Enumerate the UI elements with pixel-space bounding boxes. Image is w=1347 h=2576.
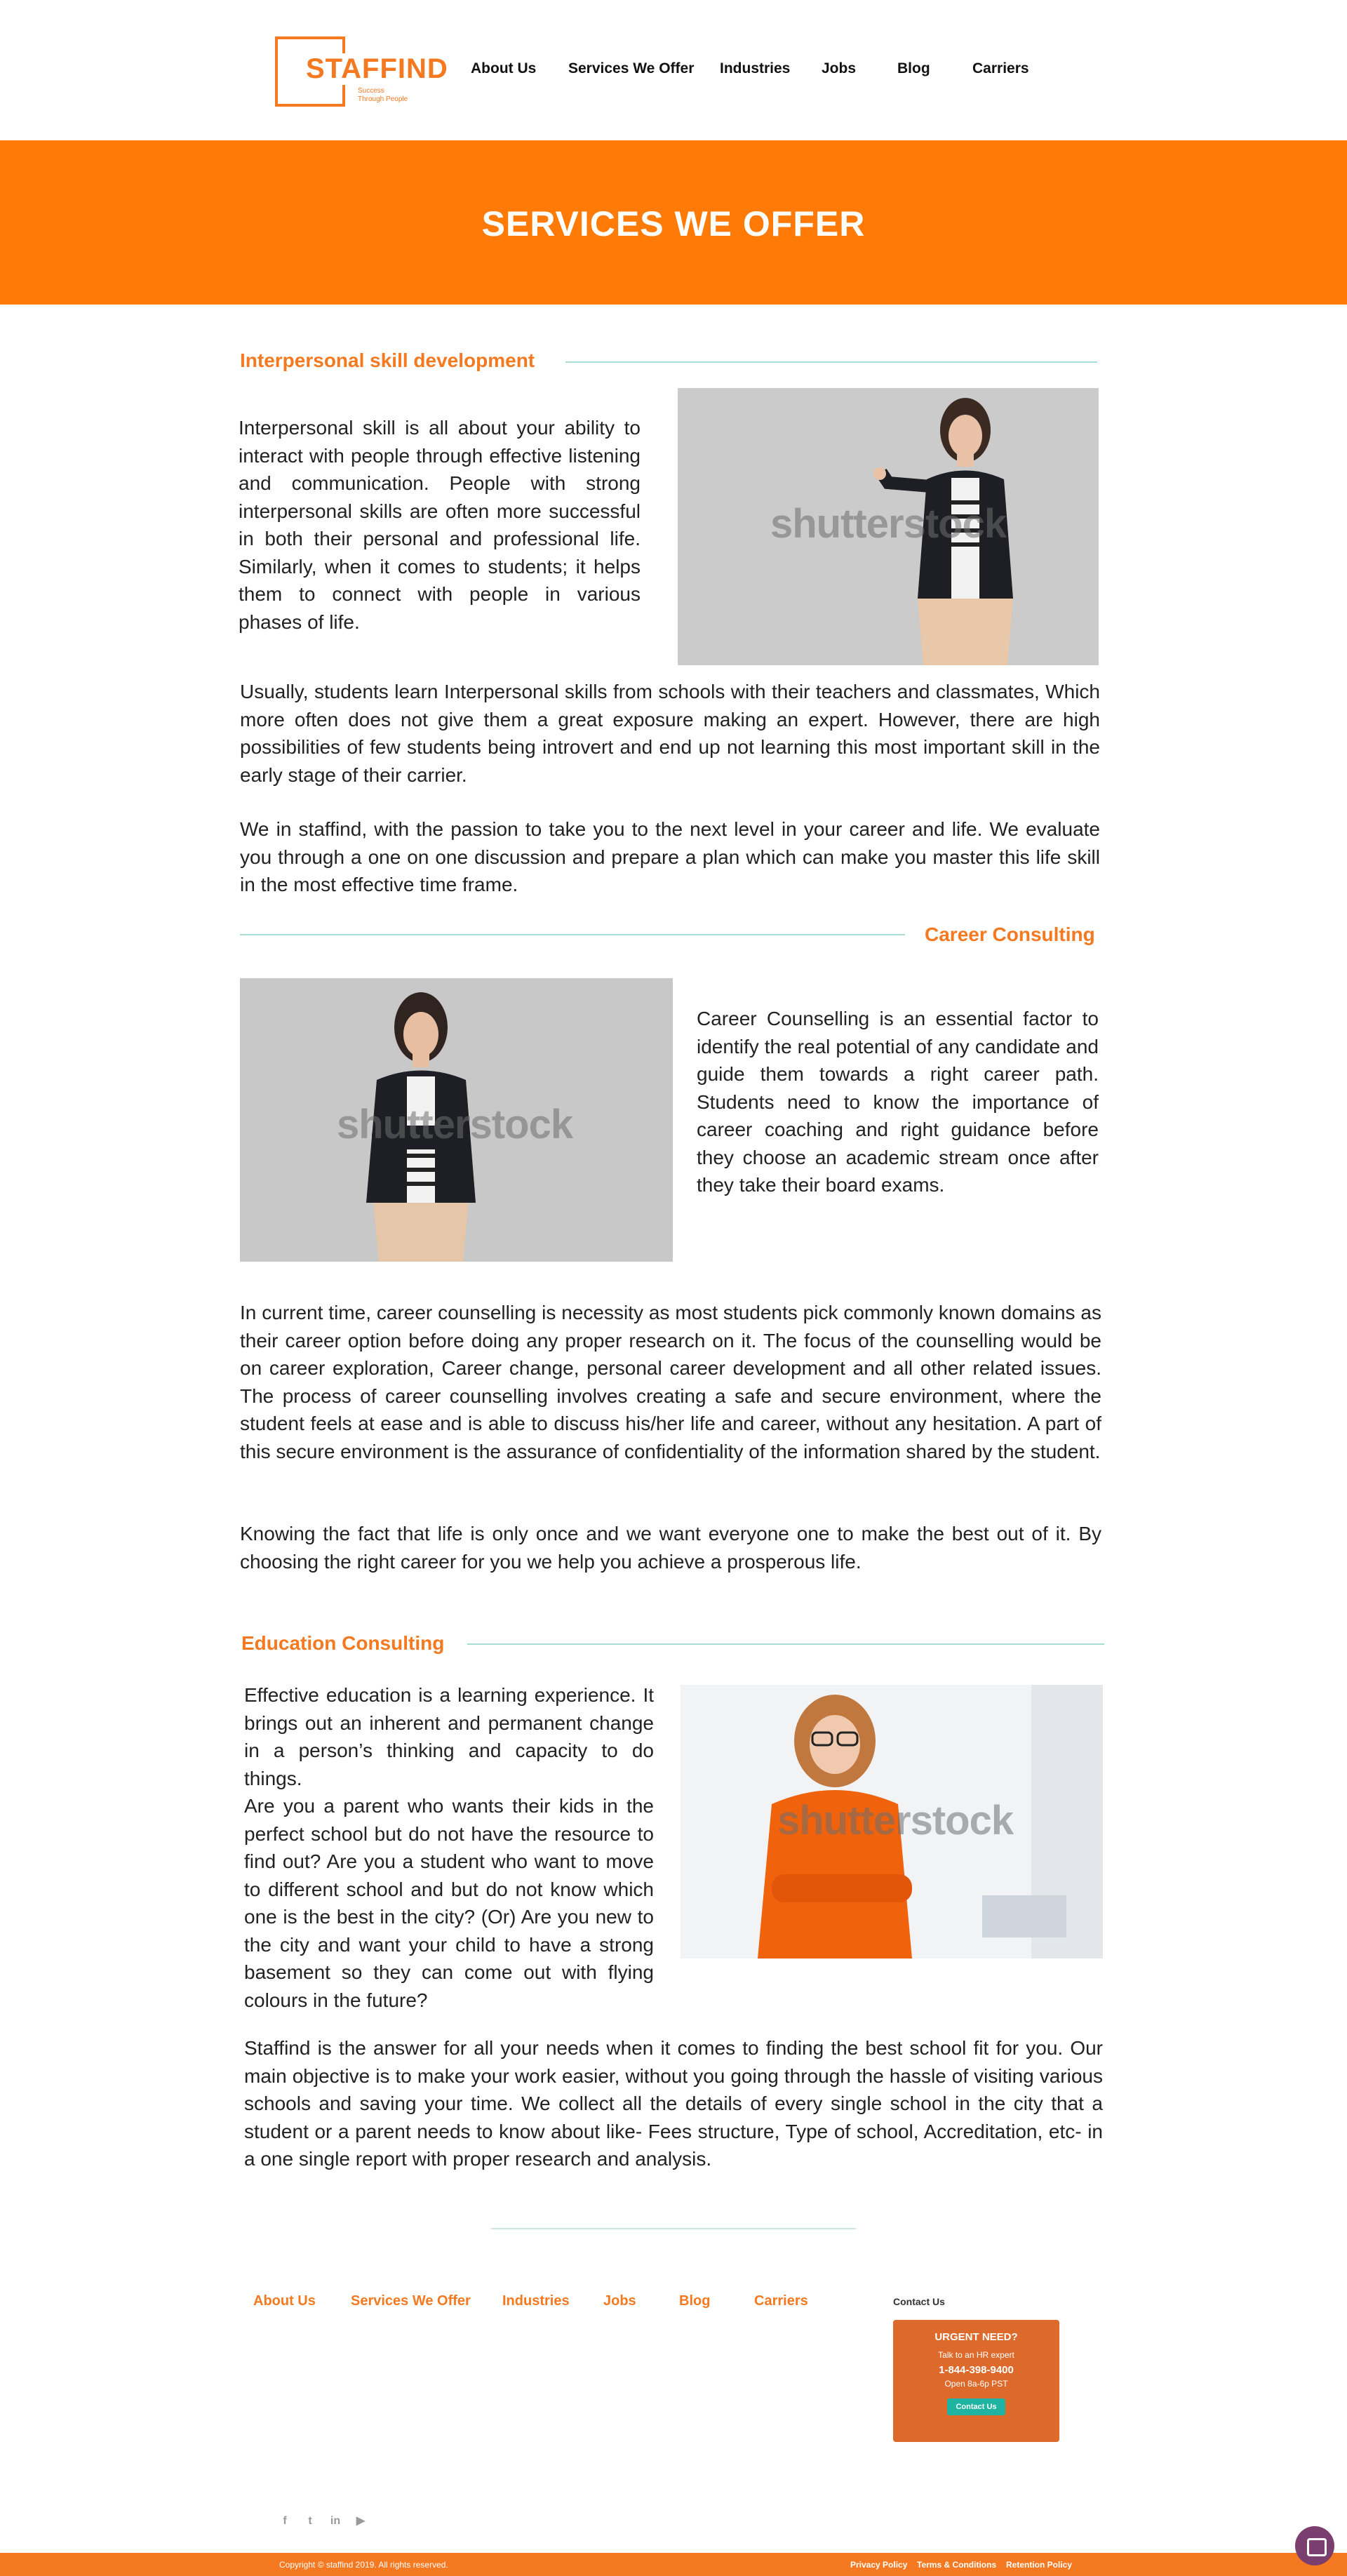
shutterstock-watermark: shutterstock — [337, 1102, 573, 1147]
footer-nav-industries[interactable]: Industries — [502, 2293, 570, 2309]
terms-conditions-link[interactable]: Terms & Conditions — [917, 2560, 996, 2570]
twitter-icon[interactable]: t — [303, 2514, 317, 2528]
section-title-career: Career Consulting — [925, 923, 1095, 945]
education-body-1: Staffind is the answer for all your need… — [244, 2037, 1103, 2170]
copyright-text: Copyright © staffind 2019. All rights re… — [279, 2560, 448, 2570]
section-divider — [240, 934, 905, 935]
career-photo: shutterstock — [240, 978, 673, 1262]
section-title-education: Education Consulting — [241, 1632, 445, 1654]
education-intro: Effective education is a learning experi… — [244, 1684, 654, 2011]
interpersonal-body-2: We in staffind, with the passion to take… — [240, 818, 1100, 895]
contact-us-label: Contact Us — [893, 2296, 945, 2307]
nav-services[interactable]: Services We Offer — [568, 60, 694, 77]
nav-blog[interactable]: Blog — [897, 60, 930, 77]
career-intro: Career Counselling is an essential facto… — [697, 1008, 1099, 1196]
career-body-2: Knowing the fact that life is only once … — [240, 1523, 1101, 1573]
page-title: SERVICES WE OFFER — [481, 204, 866, 243]
hero-banner: SERVICES WE OFFER — [0, 140, 1347, 305]
nav-industries[interactable]: Industries — [720, 60, 790, 77]
urgent-subtitle: Talk to an HR expert — [938, 2350, 1014, 2360]
staffind-logo[interactable]: STAFFIND Success Through People — [275, 36, 451, 107]
footer-nav-blog[interactable]: Blog — [679, 2293, 710, 2309]
urgent-phone[interactable]: 1-844-398-9400 — [893, 2364, 1059, 2376]
logo-tagline: Success Through People — [358, 87, 408, 103]
chat-launcher-icon[interactable] — [1295, 2526, 1334, 2565]
urgent-title: URGENT NEED? — [934, 2331, 1018, 2343]
footer-nav-about-us[interactable]: About Us — [253, 2293, 316, 2309]
section-title-interpersonal: Interpersonal skill development — [240, 349, 535, 371]
education-photo: shutterstock — [681, 1685, 1103, 1958]
section-divider — [467, 1643, 1104, 1645]
shutterstock-watermark: shutterstock — [770, 501, 1007, 547]
youtube-icon[interactable]: ▶ — [354, 2514, 368, 2528]
nav-carriers[interactable]: Carriers — [972, 60, 1029, 77]
shutterstock-watermark: shutterstock — [777, 1798, 1014, 1843]
linkedin-icon[interactable]: in — [328, 2514, 342, 2528]
career-body-1: In current time, career counselling is n… — [240, 1302, 1101, 1462]
site-header: STAFFIND Success Through People About Us… — [0, 0, 1347, 140]
contact-us-button[interactable]: Contact Us — [947, 2398, 1005, 2415]
nav-jobs[interactable]: Jobs — [822, 60, 856, 77]
facebook-icon[interactable]: f — [278, 2514, 292, 2528]
privacy-policy-link[interactable]: Privacy Policy — [850, 2560, 907, 2570]
logo-text: STAFFIND — [303, 53, 451, 85]
footer-divider — [491, 2228, 856, 2229]
nav-about-us[interactable]: About Us — [471, 60, 536, 77]
section-divider — [565, 361, 1097, 363]
footer-nav-carriers[interactable]: Carriers — [754, 2293, 808, 2309]
urgent-need-card: URGENT NEED? Talk to an HR expert 1-844-… — [893, 2320, 1059, 2442]
interpersonal-body-1: Usually, students learn Interpersonal sk… — [240, 681, 1100, 786]
footer-nav-services[interactable]: Services We Offer — [351, 2293, 471, 2309]
retention-policy-link[interactable]: Retention Policy — [1006, 2560, 1072, 2570]
urgent-hours: Open 8a-6p PST — [944, 2379, 1008, 2389]
footer-bottom-bar: Copyright © staffind 2019. All rights re… — [0, 2553, 1347, 2576]
footer-nav-jobs[interactable]: Jobs — [603, 2293, 636, 2309]
interpersonal-intro: Interpersonal skill is all about your ab… — [239, 417, 641, 633]
interpersonal-photo: shutterstock — [678, 388, 1099, 665]
